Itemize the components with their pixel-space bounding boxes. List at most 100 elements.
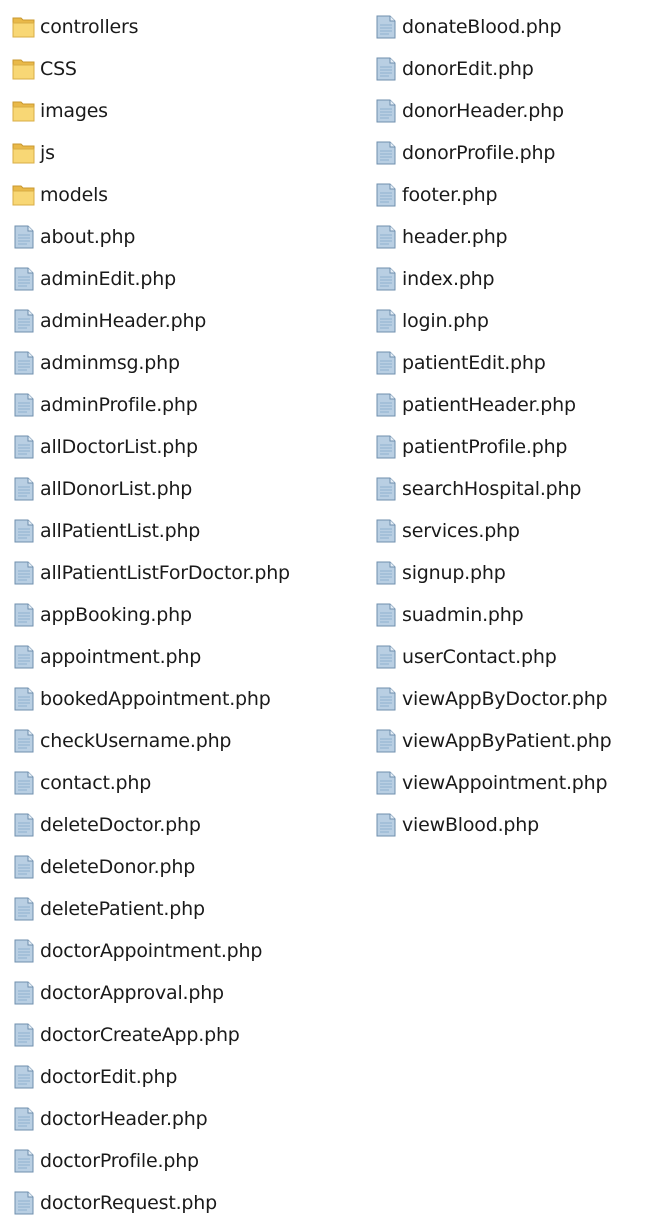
file-item-doctorappointment-php[interactable]: doctorAppointment.php — [12, 930, 362, 972]
item-label: js — [40, 142, 55, 164]
file-item-patientheader-php[interactable]: patientHeader.php — [374, 384, 651, 426]
php-file-icon — [374, 224, 398, 250]
php-file-icon — [374, 476, 398, 502]
item-label: services.php — [402, 520, 520, 542]
item-label: viewBlood.php — [402, 814, 539, 836]
file-item-signup-php[interactable]: signup.php — [374, 552, 651, 594]
file-item-doctorapproval-php[interactable]: doctorApproval.php — [12, 972, 362, 1014]
item-label: doctorProfile.php — [40, 1150, 199, 1172]
folder-icon — [12, 140, 36, 166]
file-item-viewappbypatient-php[interactable]: viewAppByPatient.php — [374, 720, 651, 762]
php-file-icon — [374, 728, 398, 754]
item-label: index.php — [402, 268, 495, 290]
file-item-searchhospital-php[interactable]: searchHospital.php — [374, 468, 651, 510]
folder-item-models[interactable]: models — [12, 174, 362, 216]
file-item-deletedoctor-php[interactable]: deleteDoctor.php — [12, 804, 362, 846]
php-file-icon — [12, 224, 36, 250]
php-file-icon — [12, 392, 36, 418]
file-item-patientedit-php[interactable]: patientEdit.php — [374, 342, 651, 384]
php-file-icon — [12, 434, 36, 460]
php-file-icon — [12, 854, 36, 880]
php-file-icon — [374, 644, 398, 670]
file-item-adminheader-php[interactable]: adminHeader.php — [12, 300, 362, 342]
php-file-icon — [374, 434, 398, 460]
file-item-viewappointment-php[interactable]: viewAppointment.php — [374, 762, 651, 804]
php-file-icon — [12, 1064, 36, 1090]
php-file-icon — [374, 14, 398, 40]
file-item-donorprofile-php[interactable]: donorProfile.php — [374, 132, 651, 174]
item-label: doctorCreateApp.php — [40, 1024, 240, 1046]
file-item-adminmsg-php[interactable]: adminmsg.php — [12, 342, 362, 384]
php-file-icon — [12, 686, 36, 712]
file-item-doctorcreateapp-php[interactable]: doctorCreateApp.php — [12, 1014, 362, 1056]
php-file-icon — [12, 1106, 36, 1132]
folder-item-controllers[interactable]: controllers — [12, 6, 362, 48]
php-file-icon — [374, 602, 398, 628]
php-file-icon — [374, 266, 398, 292]
file-item-donoredit-php[interactable]: donorEdit.php — [374, 48, 651, 90]
file-item-alldoctorlist-php[interactable]: allDoctorList.php — [12, 426, 362, 468]
file-item-adminprofile-php[interactable]: adminProfile.php — [12, 384, 362, 426]
php-file-icon — [12, 896, 36, 922]
php-file-icon — [374, 308, 398, 334]
file-item-footer-php[interactable]: footer.php — [374, 174, 651, 216]
item-label: login.php — [402, 310, 489, 332]
php-file-icon — [374, 770, 398, 796]
item-label: patientProfile.php — [402, 436, 568, 458]
file-item-index-php[interactable]: index.php — [374, 258, 651, 300]
file-item-header-php[interactable]: header.php — [374, 216, 651, 258]
item-label: doctorApproval.php — [40, 982, 224, 1004]
file-item-deletepatient-php[interactable]: deletePatient.php — [12, 888, 362, 930]
file-item-doctorheader-php[interactable]: doctorHeader.php — [12, 1098, 362, 1140]
item-label: controllers — [40, 16, 139, 38]
file-item-login-php[interactable]: login.php — [374, 300, 651, 342]
file-item-checkusername-php[interactable]: checkUsername.php — [12, 720, 362, 762]
folder-item-images[interactable]: images — [12, 90, 362, 132]
file-item-adminedit-php[interactable]: adminEdit.php — [12, 258, 362, 300]
file-item-doctorprofile-php[interactable]: doctorProfile.php — [12, 1140, 362, 1182]
file-item-alldonorlist-php[interactable]: allDonorList.php — [12, 468, 362, 510]
file-item-about-php[interactable]: about.php — [12, 216, 362, 258]
item-label: contact.php — [40, 772, 152, 794]
file-item-deletedonor-php[interactable]: deleteDonor.php — [12, 846, 362, 888]
php-file-icon — [374, 350, 398, 376]
item-label: signup.php — [402, 562, 506, 584]
item-label: appBooking.php — [40, 604, 192, 626]
php-file-icon — [12, 266, 36, 292]
file-item-viewappbydoctor-php[interactable]: viewAppByDoctor.php — [374, 678, 651, 720]
file-item-viewblood-php[interactable]: viewBlood.php — [374, 804, 651, 846]
php-file-icon — [12, 1148, 36, 1174]
file-item-donateblood-php[interactable]: donateBlood.php — [374, 6, 651, 48]
file-item-services-php[interactable]: services.php — [374, 510, 651, 552]
php-file-icon — [12, 812, 36, 838]
file-item-patientprofile-php[interactable]: patientProfile.php — [374, 426, 651, 468]
item-label: deleteDonor.php — [40, 856, 196, 878]
folder-item-js[interactable]: js — [12, 132, 362, 174]
php-file-icon — [374, 560, 398, 586]
item-label: images — [40, 100, 108, 122]
item-label: donorProfile.php — [402, 142, 556, 164]
item-label: bookedAppointment.php — [40, 688, 271, 710]
item-label: viewAppByPatient.php — [402, 730, 612, 752]
php-file-icon — [12, 308, 36, 334]
file-item-usercontact-php[interactable]: userContact.php — [374, 636, 651, 678]
folder-item-css[interactable]: CSS — [12, 48, 362, 90]
php-file-icon — [374, 812, 398, 838]
file-item-doctorrequest-php[interactable]: doctorRequest.php — [12, 1182, 362, 1224]
file-column-left: controllers CSS images js models about.php adm… — [12, 6, 362, 1224]
file-item-donorheader-php[interactable]: donorHeader.php — [374, 90, 651, 132]
item-label: suadmin.php — [402, 604, 524, 626]
file-item-bookedappointment-php[interactable]: bookedAppointment.php — [12, 678, 362, 720]
file-item-contact-php[interactable]: contact.php — [12, 762, 362, 804]
file-item-appbooking-php[interactable]: appBooking.php — [12, 594, 362, 636]
file-item-allpatientlist-php[interactable]: allPatientList.php — [12, 510, 362, 552]
item-label: viewAppointment.php — [402, 772, 608, 794]
file-item-suadmin-php[interactable]: suadmin.php — [374, 594, 651, 636]
php-file-icon — [12, 350, 36, 376]
file-item-allpatientlistfordoctor-php[interactable]: allPatientListForDoctor.php — [12, 552, 362, 594]
file-item-doctoredit-php[interactable]: doctorEdit.php — [12, 1056, 362, 1098]
item-label: header.php — [402, 226, 508, 248]
php-file-icon — [12, 1190, 36, 1216]
file-item-appointment-php[interactable]: appointment.php — [12, 636, 362, 678]
php-file-icon — [12, 644, 36, 670]
